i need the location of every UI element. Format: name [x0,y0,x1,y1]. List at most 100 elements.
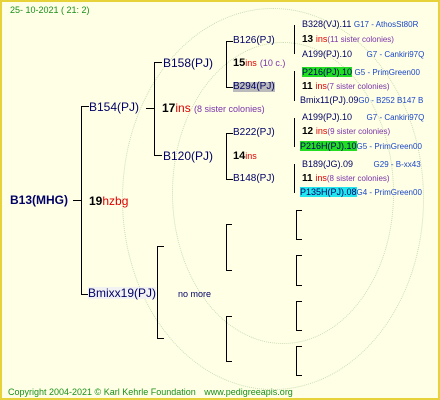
queen-p135h-row: P135H(PJ).08G4 - PrimGreen00 [300,187,422,197]
connector [226,87,233,88]
queen-b328-inbreeding: 13 ins(11 sister colonies) [302,35,394,45]
queen-b189-sister-colonies: (8 sister colonies) [326,174,390,183]
connector [296,210,302,211]
connector [81,106,82,294]
queen-b328-inbreeding-value: 13 [302,34,314,45]
connector [296,255,302,256]
sire-inbreeding-label: ins [175,101,191,115]
queen-a199-name-2[interactable]: A199(PJ).10 [302,112,352,122]
queen-a199-origin-1: G7 - Cankiri97Q [366,50,425,59]
queen-a199-inbreeding-label: ins [315,126,328,136]
queen-b222-name[interactable]: B222(PJ) [233,128,275,138]
sire-queen-name[interactable]: B154(PJ) [89,101,139,113]
queen-b189-inbreeding-label: ins [315,173,327,183]
connector [226,316,227,361]
connector [226,41,233,42]
dam-no-more-note: no more [178,289,212,299]
queen-b328-sister-colonies: (11 sister colonies) [327,35,394,44]
connector [296,330,302,331]
connector [294,25,295,54]
connector [81,106,89,107]
queen-b189-inbreeding-value: 11 [302,173,313,184]
queen-b120-inbreeding-label: ins [245,151,257,161]
queen-p216-origin: G5 - PrimGreen00 [354,68,420,77]
queen-a199-name-1[interactable]: A199(PJ).10 [302,49,352,59]
pedigree-panel: 25- 10-2021 ( 21: 2) B13(MHG) 19hzbg B15… [0,0,440,400]
connector [226,361,232,362]
root-inbreeding-label: hzbg [102,194,129,208]
connector [296,301,302,302]
queen-p216-name[interactable]: P216(PJ).10 [302,67,353,77]
queen-b120-inbreeding: 14ins [233,151,257,162]
queen-b328-row: B328(VJ).11 G17 - AthosSt80R [302,20,418,29]
connector [226,179,233,180]
connector [154,62,162,63]
connector [294,164,295,193]
footer-copyright: Copyright 2004-2021 © Karl Kehrle Founda… [8,388,293,397]
connector [294,71,295,101]
queen-p216-sister-colonies: (7 sister colonies) [326,82,390,91]
connector [296,346,297,375]
sire-sister-colonies: (8 sister colonies) [194,104,265,114]
root-inbreeding-value: 19 [89,194,103,208]
dam-queen-name[interactable]: Bmixx19(PJ) [88,287,157,299]
queen-bmix11-row: Bmix11(PJ).09G0 - B252 B147 B [300,96,423,105]
queen-b158-name[interactable]: B158(PJ) [163,57,213,69]
connector [157,338,164,339]
queen-b189-row: B189(JG).09 G29 - B-xx43 [302,160,421,169]
queen-b294-name[interactable]: B294(PJ) [233,82,275,92]
connector [157,246,158,338]
queen-b158-inbreeding: 15ins (10 c.) [233,58,285,69]
queen-b148-name[interactable]: B148(PJ) [233,174,275,184]
connector [226,133,233,134]
connector [154,155,162,156]
queen-bmix11-origin: G0 - B252 B147 B [358,96,424,105]
queen-a199-origin-2: G7 - Cankiri97Q [366,113,425,122]
connector [296,239,302,240]
queen-p216-row: P216(PJ).10 G5 - PrimGreen00 [302,67,420,77]
queen-p216-inbreeding-label: ins [315,81,327,91]
copyright-text: Copyright 2004-2021 © Karl Kehrle Founda… [8,387,196,397]
queen-p216h-name[interactable]: P216H(PJ).10 [300,141,357,151]
connector [226,224,232,225]
queen-a199-inbreeding: 12 ins(9 sister colonies) [302,127,390,137]
connector [146,108,154,109]
connector [226,133,227,179]
connector [226,270,232,271]
connector [296,375,302,376]
connector [226,41,227,87]
queen-b120-inbreeding-value: 14 [233,150,246,162]
connector [296,346,302,347]
connector [296,285,302,286]
queen-p135h-origin: G4 - PrimGreen00 [356,188,422,197]
connector [296,301,297,330]
queen-b328-origin: G17 - AthosSt80R [353,20,419,29]
connector [226,224,227,270]
queen-b158-sister-colonies: (10 c.) [259,58,286,68]
connector [73,200,81,201]
queen-p216-inbreeding-value: 11 [302,81,313,92]
root-queen-name[interactable]: B13(MHG) [10,194,68,206]
connector [157,246,164,247]
sire-inbreeding: 17ins (8 sister colonies) [162,102,265,114]
site-link[interactable]: www.pedigreeapis.org [204,387,293,397]
report-date: 25- 10-2021 ( 21: 2) [10,5,90,15]
queen-b120-name[interactable]: B120(PJ) [163,150,213,162]
queen-p216h-row: P216H(PJ).10G5 - PrimGreen00 [300,141,422,151]
queen-b328-name[interactable]: B328(VJ).11 [302,19,351,29]
queen-a199-inbreeding-value: 12 [302,126,314,137]
queen-b158-inbreeding-label: ins [245,58,257,68]
queen-a199-row-2: A199(PJ).10 G7 - Cankiri97Q [302,113,424,122]
queen-p135h-name[interactable]: P135H(PJ).08 [300,187,357,197]
queen-b126-name[interactable]: B126(PJ) [233,36,275,46]
queen-a199-row-1: A199(PJ).10 G7 - Cankiri97Q [302,50,424,59]
queen-bmix11-name[interactable]: Bmix11(PJ).09 [300,95,358,105]
connector [226,316,232,317]
queen-b158-inbreeding-value: 15 [233,57,246,69]
sire-inbreeding-value: 17 [162,101,176,115]
queen-b189-inbreeding: 11 ins(8 sister colonies) [302,174,390,184]
queen-b189-origin: G29 - B-xx43 [373,160,421,169]
queen-p216-inbreeding: 11 ins(7 sister colonies) [302,82,390,92]
queen-b189-name[interactable]: B189(JG).09 [302,159,353,169]
connector [296,210,297,239]
